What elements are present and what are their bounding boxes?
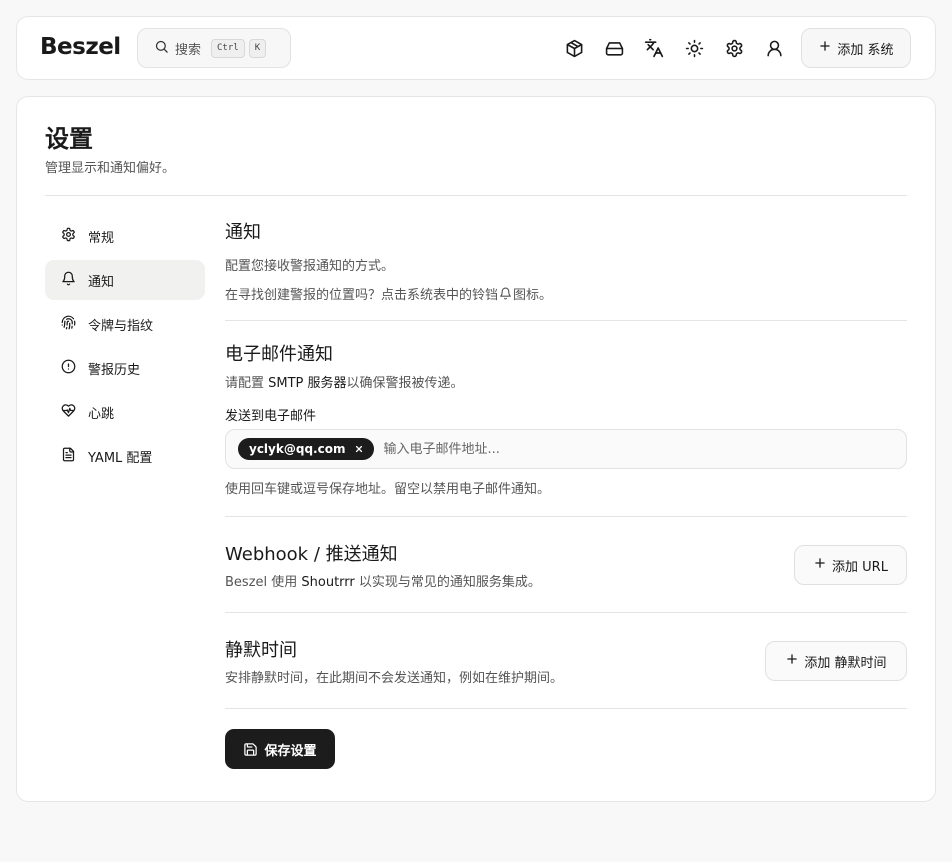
bell-icon [61, 271, 88, 290]
email-desc-suffix: 以确保警报被传递。 [346, 376, 464, 391]
plus-icon [818, 39, 837, 57]
search-icon [154, 39, 169, 58]
page-subtitle: 管理显示和通知偏好。 [45, 161, 176, 176]
quiet-hours-desc: 安排静默时间，在此期间不会发送通知，例如在维护期间。 [225, 671, 564, 686]
webhook-desc-suffix: 以实现与常见的通知服务集成。 [354, 575, 541, 590]
notifications-hint: 在寻找创建警报的位置吗？点击系统表中的铃铛 图标。 [225, 284, 552, 303]
close-icon[interactable] [354, 444, 364, 454]
plus-icon [785, 652, 804, 670]
add-quiet-hours-label: 添加 静默时间 [804, 655, 887, 671]
file-text-icon [61, 447, 88, 466]
language-icon[interactable] [644, 38, 664, 58]
plus-icon [813, 556, 832, 574]
hint-suffix: 图标。 [513, 288, 553, 303]
notifications-desc: 配置您接收警报通知的方式。 [225, 259, 395, 274]
add-system-button[interactable]: 添加 系统 [801, 28, 911, 68]
section-divider [225, 320, 907, 321]
shortcut-key-ctrl: Ctrl [211, 38, 245, 58]
shortcut-key-k: K [248, 38, 267, 58]
sidebar-item-label: 心跳 [88, 406, 115, 422]
header-divider [45, 195, 907, 196]
sidebar-item-label: YAML 配置 [88, 450, 153, 466]
sun-icon[interactable] [684, 38, 704, 58]
sidebar-item-label: 令牌与指纹 [88, 318, 154, 334]
gear-icon [61, 227, 88, 246]
hard-drive-icon[interactable] [604, 38, 624, 58]
section-divider [225, 612, 907, 613]
email-field[interactable] [383, 441, 684, 457]
add-system-label: 添加 系统 [837, 42, 894, 58]
notifications-title: 通知 [225, 222, 261, 243]
webhook-desc-prefix: Beszel 使用 [225, 575, 302, 590]
webhook-section-desc: Beszel 使用 Shoutrrr 以实现与常见的通知服务集成。 [225, 571, 541, 590]
add-url-button[interactable]: 添加 URL [794, 545, 907, 585]
hint-prefix: 在寻找创建警报的位置吗？点击系统表中的铃铛 [225, 288, 499, 303]
sidebar-item-general[interactable]: 常规 [45, 216, 205, 256]
page-title: 设置 [45, 125, 93, 153]
email-help-text: 使用回车键或逗号保存地址。留空以禁用电子邮件通知。 [225, 482, 551, 497]
email-chip-label: yclyk@qq.com [249, 442, 346, 456]
sidebar-item-heartbeat[interactable]: 心跳 [45, 392, 205, 432]
email-section-desc: 请配置 SMTP 服务器以确保警报被传递。 [225, 372, 464, 391]
sidebar-item-label: 警报历史 [88, 362, 141, 378]
save-icon [243, 742, 264, 757]
email-section-title: 电子邮件通知 [225, 344, 333, 365]
shoutrrr-link[interactable]: Shoutrrr [301, 575, 354, 590]
bell-icon [499, 287, 512, 300]
sidebar-item-alert-history[interactable]: 警报历史 [45, 348, 205, 388]
email-input-box[interactable]: yclyk@qq.com [225, 429, 907, 469]
add-url-label: 添加 URL [832, 559, 888, 575]
section-divider [225, 708, 907, 709]
gear-icon[interactable] [724, 38, 744, 58]
search-label: 搜索 [175, 42, 202, 58]
sidebar-item-notifications[interactable]: 通知 [45, 260, 205, 300]
search-button[interactable]: 搜索 Ctrl K [137, 28, 291, 68]
settings-card: 设置 管理显示和通知偏好。 常规 通知 令牌与指纹 警报历史 心跳 YAML 配… [16, 96, 936, 802]
quiet-hours-title: 静默时间 [225, 640, 297, 661]
sidebar-item-label: 通知 [88, 274, 115, 290]
fingerprint-icon [61, 315, 88, 334]
save-settings-label: 保存设置 [264, 743, 317, 759]
app-logo[interactable]: Beszel [40, 34, 121, 60]
alert-circle-icon [61, 359, 88, 378]
webhook-section-title: Webhook / 推送通知 [225, 544, 398, 565]
box-icon[interactable] [564, 38, 584, 58]
sidebar-item-tokens[interactable]: 令牌与指纹 [45, 304, 205, 344]
add-quiet-hours-button[interactable]: 添加 静默时间 [765, 641, 907, 681]
smtp-server-link[interactable]: SMTP 服务器 [268, 376, 346, 391]
sidebar-item-yaml-config[interactable]: YAML 配置 [45, 436, 205, 476]
sidebar-item-label: 常规 [88, 230, 115, 246]
user-icon[interactable] [764, 38, 784, 58]
top-bar: Beszel 搜索 Ctrl K 添加 系统 [16, 16, 936, 80]
section-divider [225, 516, 907, 517]
email-field-label: 发送到电子邮件 [225, 409, 317, 424]
email-desc-prefix: 请配置 [225, 376, 269, 391]
save-settings-button[interactable]: 保存设置 [225, 729, 335, 769]
email-chip: yclyk@qq.com [238, 438, 375, 460]
heart-pulse-icon [61, 403, 88, 422]
